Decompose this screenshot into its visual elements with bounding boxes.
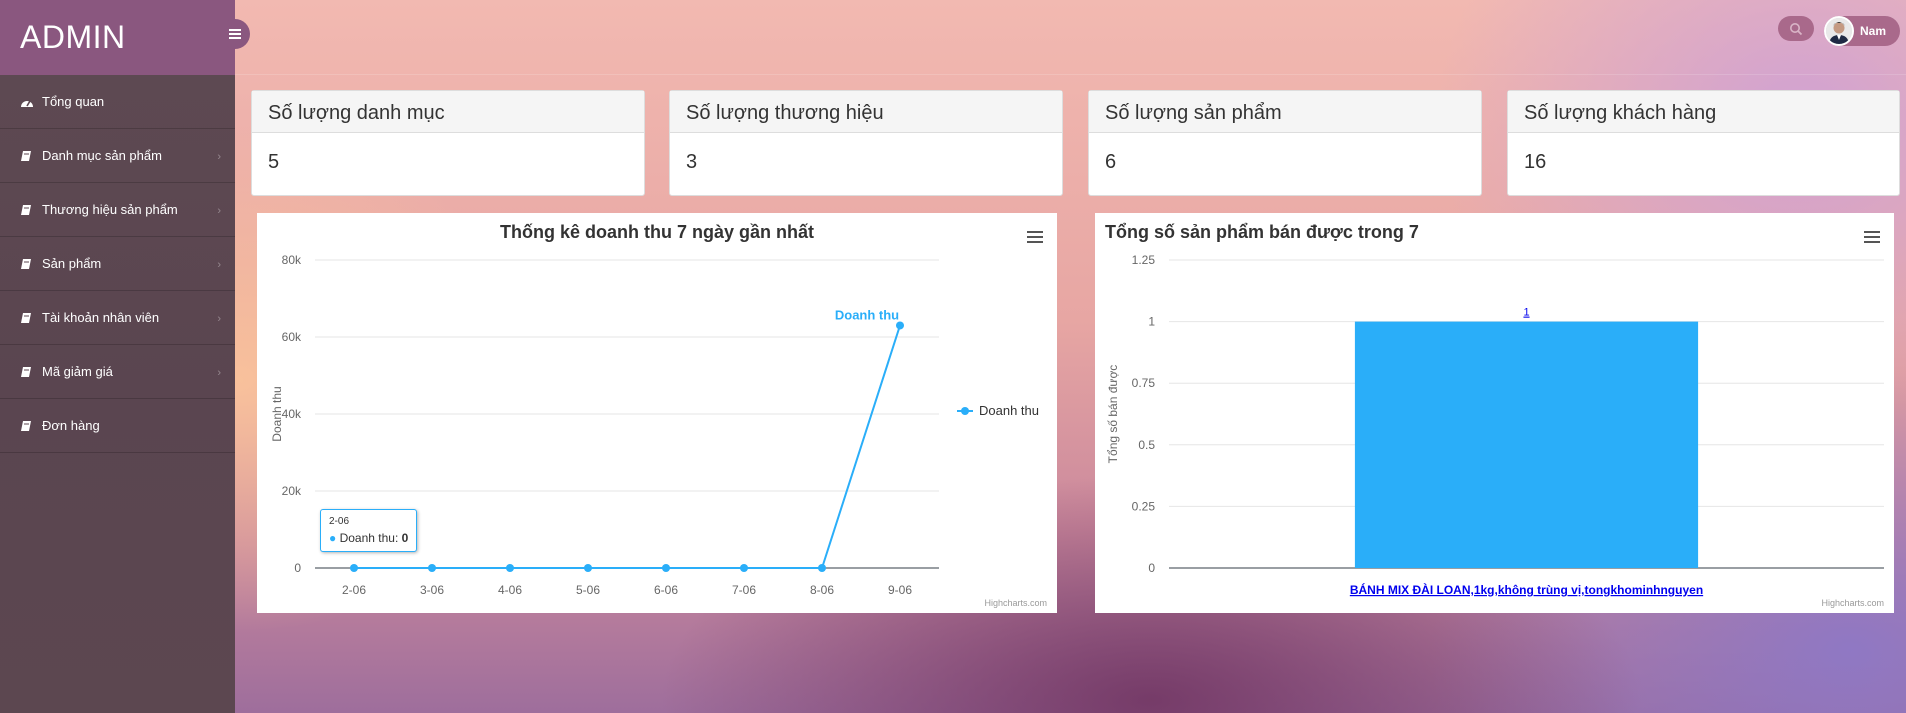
sidebar: ADMIN Tổng quan Danh mục sản phẩm › Thươ… [0,0,250,713]
sidebar-item-brands[interactable]: Thương hiệu sản phẩm › [0,183,235,237]
bar [1354,321,1699,568]
x-tick-label: 2-06 [342,583,366,597]
x-tick-label: 4-06 [498,583,522,597]
data-label: 1 [1523,307,1529,319]
user-name: Nam [1860,24,1887,38]
stat-card-title: Số lượng khách hàng [1508,91,1899,133]
y-tick-label: 0.5 [1138,438,1155,452]
y-tick-label: 80k [282,253,302,267]
search-button[interactable] [1778,16,1814,41]
chevron-right-icon: › [217,258,221,271]
stat-card-categories: Số lượng danh mục 5 [251,90,645,196]
tooltip-title: 2-06 [329,516,350,527]
chevron-right-icon: › [217,204,221,217]
top-bar [235,0,1906,75]
sidebar-item-staff-accounts[interactable]: Tài khoản nhân viên › [0,291,235,345]
sidebar-item-overview[interactable]: Tổng quan [0,75,235,129]
data-point [428,564,436,572]
data-point [506,564,514,572]
tooltip-value: 0 [401,531,409,545]
x-tick-label[interactable]: BÁNH MIX ĐÀI LOAN,1kg,không trùng vị,ton… [1350,582,1703,597]
dashboard-icon [20,96,42,108]
y-tick-label: 1.25 [1132,253,1156,267]
legend-label: Doanh thu [979,403,1039,418]
sidebar-item-label: Tài khoản nhân viên [42,310,160,325]
sidebar-item-categories[interactable]: Danh mục sản phẩm › [0,129,235,183]
stat-card-value: 6 [1105,151,1117,173]
series-line [354,325,901,569]
revenue-chart-panel: Thống kê doanh thu 7 ngày gần nhất 0 20k 40… [257,213,1057,613]
chart-title: Thống kê doanh thu 7 ngày gần nhất [500,222,814,242]
x-tick-label: 6-06 [654,583,678,597]
sidebar-item-label: Tổng quan [42,94,105,109]
sidebar-item-label: Sản phẩm [42,256,102,271]
legend-symbol-dot [961,407,969,415]
stat-card-title: Số lượng sản phẩm [1089,91,1481,133]
x-tick-label: 5-06 [576,583,600,597]
avatar [1824,16,1854,46]
x-tick-label: 8-06 [810,583,834,597]
stat-card-value: 3 [686,151,698,173]
products-sold-bar-chart: Tổng số sản phẩm bán được trong 7 0 0.25 0.… [1105,222,1884,597]
chart-credits[interactable]: Highcharts.com [1821,598,1884,608]
tooltip-dot-icon: ● [329,531,337,545]
chart-credits[interactable]: Highcharts.com [984,598,1047,608]
sidebar-item-coupons[interactable]: Mã giảm giá › [0,345,235,399]
book-icon [20,366,42,378]
stat-card-value: 16 [1524,151,1547,173]
data-point [584,564,592,572]
stat-card-products: Số lượng sản phẩm 6 [1088,90,1482,196]
data-point [896,321,904,330]
y-tick-label: 0 [1148,561,1155,575]
sidebar-item-orders[interactable]: Đơn hàng [0,399,235,453]
stat-card-customers: Số lượng khách hàng 16 [1507,90,1900,196]
stat-card-title: Số lượng danh mục [252,91,644,133]
sidebar-item-label: Danh mục sản phẩm [42,148,162,163]
book-icon [20,204,42,216]
stat-card-title: Số lượng thương hiệu [670,91,1062,133]
book-icon [20,312,42,324]
book-icon [20,258,42,270]
y-axis-label: Tổng số bán được [1106,365,1120,464]
search-icon [1790,22,1803,35]
x-tick-label: 3-06 [420,583,444,597]
chart-tooltip: 2-06 ● Doanh thu: 0 [320,509,418,552]
chart-menu-button[interactable] [1862,228,1882,246]
chevron-right-icon: › [217,312,221,325]
y-tick-label: 0 [294,561,301,575]
data-point [350,564,358,572]
data-point [818,564,826,572]
x-tick-label: 9-06 [888,583,912,597]
sidebar-item-products[interactable]: Sản phẩm › [0,237,235,291]
chevron-right-icon: › [217,150,221,163]
sidebar-item-label: Mã giảm giá [42,364,113,379]
chart-menu-button[interactable] [1025,228,1045,246]
y-tick-label: 0.75 [1132,376,1156,390]
y-axis-label: Doanh thu [270,386,284,441]
brand-title: ADMIN [20,19,126,55]
stat-card-brands: Số lượng thương hiệu 3 [669,90,1063,196]
stat-card-value: 5 [268,151,280,173]
sidebar-item-label: Thương hiệu sản phẩm [42,202,178,217]
book-icon [20,150,42,162]
y-tick-label: 1 [1148,315,1155,329]
y-tick-label: 60k [282,330,302,344]
book-icon [20,420,42,432]
user-menu[interactable]: Nam [1824,16,1900,46]
sidebar-item-label: Đơn hàng [42,418,100,433]
tooltip-series: Doanh thu [339,531,395,545]
chart-title: Tổng số sản phẩm bán được trong 7 [1105,222,1419,242]
y-tick-label: 0.25 [1132,499,1156,513]
y-tick-label: 40k [282,407,302,421]
products-sold-chart-panel: Tổng số sản phẩm bán được trong 7 0 0.25 0.… [1095,213,1894,613]
revenue-line-chart: Thống kê doanh thu 7 ngày gần nhất 0 20k 40… [270,222,1039,597]
data-point [662,564,670,572]
brand: ADMIN [0,0,250,75]
chevron-right-icon: › [217,366,221,379]
data-point [740,564,748,572]
y-tick-label: 20k [282,484,302,498]
x-tick-label: 7-06 [732,583,756,597]
data-label: Doanh thu [835,307,899,322]
